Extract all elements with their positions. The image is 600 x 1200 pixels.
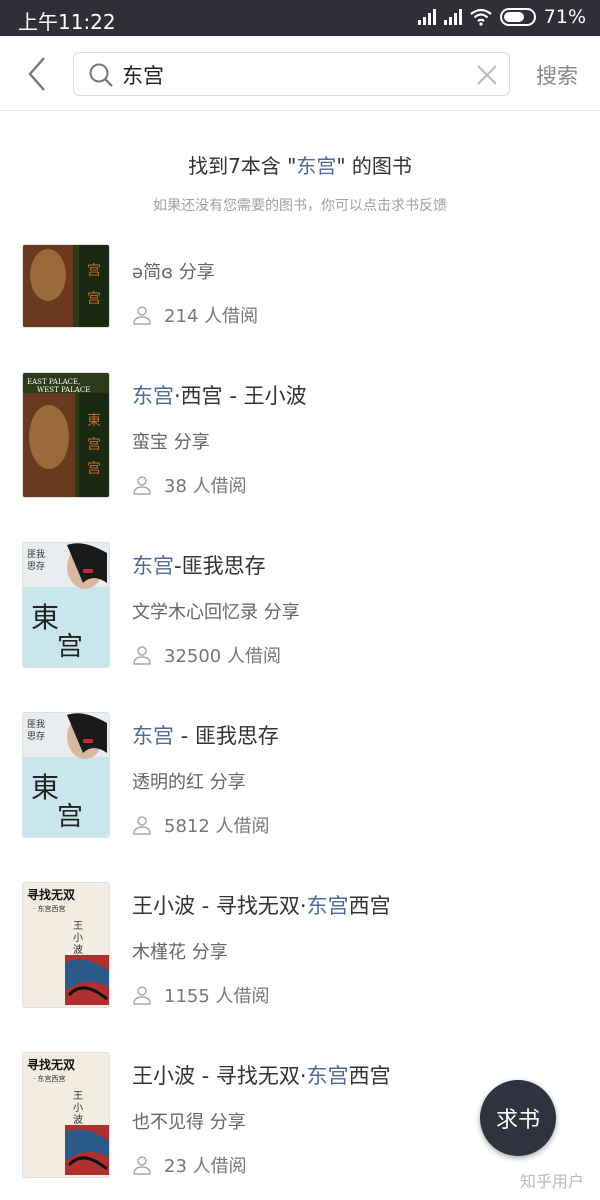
person-icon [133, 306, 151, 325]
search-header: 搜索 [0, 36, 600, 111]
svg-text:寻找无双: 寻找无双 [27, 1057, 75, 1072]
svg-text:宫: 宫 [87, 263, 101, 279]
svg-text:宫: 宫 [87, 437, 101, 453]
svg-text:匪我: 匪我 [27, 549, 45, 560]
svg-text:波: 波 [73, 943, 83, 956]
book-title: 东宫·西宫 - 王小波 [132, 380, 307, 410]
book-cover: 宫 宫 [22, 244, 110, 328]
book-borrow-count: 214 人借阅 [132, 302, 258, 328]
book-borrow-count: 23 人借阅 [132, 1152, 247, 1178]
svg-text:寻找无双: 寻找无双 [27, 887, 75, 902]
svg-text:WEST PALACE: WEST PALACE [37, 386, 90, 394]
book-cover: 寻找无双 · 东宫西宫 王 小 波 [22, 1052, 110, 1178]
title-post: 西宫 [348, 1064, 391, 1088]
title-post: - 匪我思存 [174, 724, 279, 748]
status-icons: 71% [417, 6, 586, 28]
book-sharer: 也不见得 分享 [132, 1112, 246, 1133]
book-borrow-count: 5812 人借阅 [132, 812, 270, 838]
borrow-text: 32500 人借阅 [164, 646, 281, 667]
request-book-button[interactable]: 求书 [480, 1080, 556, 1156]
summary-keyword: 东宫 [296, 154, 337, 178]
title-keyword: 东宫 [132, 384, 174, 408]
book-borrow-count: 1155 人借阅 [132, 982, 270, 1008]
title-keyword: 东宫 [132, 724, 174, 748]
person-icon [133, 646, 151, 665]
svg-text:宫: 宫 [57, 802, 83, 832]
svg-text:· 东宫西宫: · 东宫西宫 [33, 904, 65, 913]
title-post: -匪我思存 [174, 554, 266, 578]
signal-icon [417, 9, 436, 25]
book-item[interactable]: 寻找无双 · 东宫西宫 王 小 波 王小波 - 寻找无双·东宫西宫 木槿花 分享… [0, 880, 600, 1050]
book-item[interactable]: 宫 宫 ə简ɞ 分享 214 人借阅 [0, 200, 600, 370]
book-borrow-count: 38 人借阅 [132, 472, 247, 498]
svg-text:思存: 思存 [27, 560, 45, 572]
summary-suffix: " 的图书 [336, 154, 412, 178]
search-icon [89, 63, 113, 87]
book-cover: 匪我 思存 東 宫 [22, 712, 110, 838]
svg-text:東: 東 [87, 413, 101, 429]
search-button[interactable]: 搜索 [536, 60, 578, 90]
borrow-text: 38 人借阅 [164, 476, 247, 497]
book-cover: 匪我 思存 東 宫 [22, 542, 110, 668]
battery-level: 71% [543, 6, 586, 28]
book-title: 东宫 - 匪我思存 [132, 720, 279, 750]
signal-icon-2 [443, 9, 462, 25]
result-count: 找到7本含 "东宫" 的图书 [0, 150, 600, 179]
svg-text:東: 東 [31, 601, 59, 634]
book-item[interactable]: 匪我 思存 東 宫 东宫 - 匪我思存 透明的红 分享 5812 人借阅 [0, 710, 600, 880]
summary-prefix: 找到7本含 " [188, 154, 297, 178]
svg-text:思存: 思存 [27, 730, 45, 742]
svg-text:小: 小 [73, 932, 83, 944]
svg-text:EAST PALACE,: EAST PALACE, [27, 378, 80, 386]
title-keyword: 东宫 [306, 894, 349, 918]
svg-text:王: 王 [73, 1091, 83, 1102]
person-icon [133, 986, 151, 1005]
svg-text:宫: 宫 [87, 291, 101, 307]
person-icon [133, 816, 151, 835]
status-bar: 上午11:22 71% [0, 0, 600, 36]
borrow-text: 5812 人借阅 [164, 816, 270, 837]
book-item[interactable]: 匪我 思存 東 宫 东宫-匪我思存 文学木心回忆录 分享 32500 人借阅 [0, 540, 600, 710]
book-sharer: 透明的红 分享 [132, 772, 246, 793]
book-item[interactable]: EAST PALACE, WEST PALACE 東 宫 宫 东宫·西宫 - 王… [0, 370, 600, 540]
title-keyword: 东宫 [306, 1064, 349, 1088]
search-box[interactable] [73, 52, 510, 96]
person-icon [133, 1156, 151, 1175]
book-title: 东宫-匪我思存 [132, 550, 266, 580]
book-sharer: 木槿花 分享 [132, 942, 228, 963]
book-title: 王小波 - 寻找无双·东宫西宫 [132, 890, 391, 920]
person-icon [133, 476, 151, 495]
svg-text:東: 東 [31, 771, 59, 804]
wifi-icon [470, 8, 492, 26]
book-cover: EAST PALACE, WEST PALACE 東 宫 宫 [22, 372, 110, 498]
borrow-text: 1155 人借阅 [164, 986, 270, 1007]
borrow-text: 214 人借阅 [164, 306, 259, 327]
title-pre: 王小波 - 寻找无双· [132, 894, 307, 918]
svg-text:· 东宫西宫: · 东宫西宫 [33, 1074, 65, 1083]
svg-text:王: 王 [73, 921, 83, 932]
book-sharer: 文学木心回忆录 分享 [132, 602, 300, 623]
status-time: 上午11:22 [18, 10, 116, 34]
search-input[interactable] [122, 59, 452, 91]
watermark: 知乎用户 [519, 1172, 584, 1191]
book-sharer: 蛮宝 分享 [132, 432, 210, 453]
svg-text:宫: 宫 [87, 461, 101, 477]
svg-text:宫: 宫 [57, 632, 83, 662]
title-pre: 王小波 - 寻找无双· [132, 1064, 307, 1088]
title-post: 西宫 [348, 894, 391, 918]
title-keyword: 东宫 [132, 554, 174, 578]
book-title: 王小波 - 寻找无双·东宫西宫 [132, 1060, 391, 1090]
borrow-text: 23 人借阅 [164, 1156, 247, 1177]
back-arrow-icon[interactable] [22, 54, 52, 94]
battery-icon [499, 8, 536, 26]
title-post: ·西宫 - 王小波 [174, 384, 307, 408]
svg-text:小: 小 [73, 1102, 83, 1114]
clear-icon[interactable] [475, 63, 499, 87]
book-sharer: ə简ɞ 分享 [132, 262, 215, 283]
book-cover: 寻找无双 · 东宫西宫 王 小 波 [22, 882, 110, 1008]
svg-text:匪我: 匪我 [27, 719, 45, 730]
svg-text:波: 波 [73, 1113, 83, 1126]
book-borrow-count: 32500 人借阅 [132, 642, 281, 668]
